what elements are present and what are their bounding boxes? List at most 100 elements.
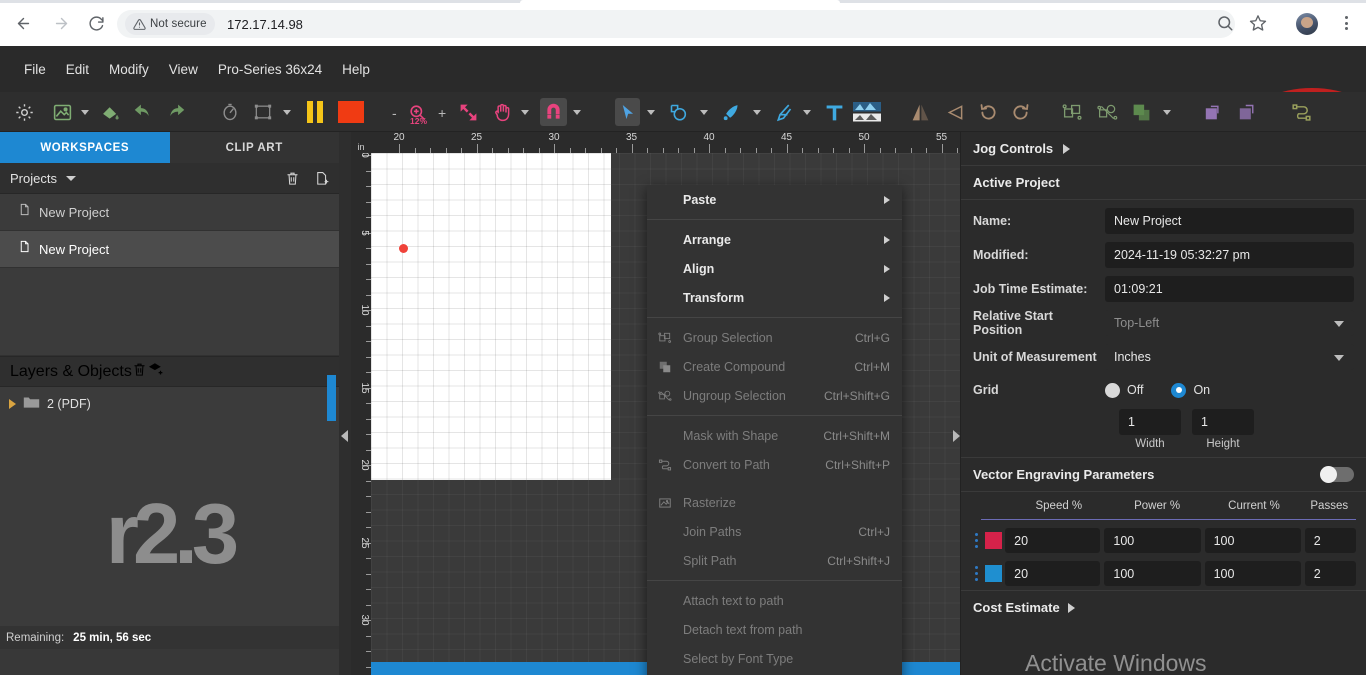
- context-menu-item-paste[interactable]: Paste: [647, 185, 902, 214]
- menu-edit[interactable]: Edit: [56, 58, 99, 81]
- rotate-cw-icon[interactable]: [1010, 98, 1031, 126]
- fill-bucket-icon[interactable]: [100, 98, 121, 126]
- list-item[interactable]: New Project: [0, 194, 339, 231]
- context-menu-item-arrange[interactable]: Arrange: [647, 225, 902, 254]
- zoom-in-button[interactable]: +: [438, 105, 446, 121]
- reload-icon[interactable]: [83, 10, 109, 36]
- start-position-select[interactable]: Top-Left: [1105, 310, 1354, 336]
- power-input[interactable]: 100: [1104, 528, 1201, 553]
- trace-image-icon[interactable]: [852, 98, 882, 126]
- pen-tool-icon[interactable]: [720, 98, 741, 126]
- redo-icon[interactable]: [165, 98, 186, 126]
- pen-tool-dropdown[interactable]: [750, 98, 763, 126]
- shapes-icon[interactable]: [668, 98, 689, 126]
- tab-workspaces[interactable]: WORKSPACES: [0, 132, 170, 163]
- pause-icon[interactable]: [306, 98, 324, 126]
- back-arrow-icon[interactable]: [10, 10, 36, 36]
- undo-icon[interactable]: [133, 98, 154, 126]
- unit-select[interactable]: Inches: [1105, 344, 1354, 370]
- browser-tab-active[interactable]: [520, 0, 840, 3]
- select-arrow-dropdown[interactable]: [644, 98, 657, 126]
- kebab-menu-icon[interactable]: [1336, 12, 1356, 34]
- passes-input[interactable]: 2: [1304, 561, 1356, 586]
- origin-marker-dot[interactable]: [399, 244, 408, 253]
- power-input[interactable]: 100: [1104, 561, 1201, 586]
- expand-triangle-icon[interactable]: [9, 399, 16, 409]
- delete-layer-trash-icon[interactable]: [132, 362, 147, 382]
- context-menu-item-align[interactable]: Align: [647, 254, 902, 283]
- passes-input[interactable]: 2: [1304, 528, 1356, 553]
- collapse-right-panel-handle[interactable]: [951, 428, 961, 444]
- menu-pro-series[interactable]: Pro-Series 36x24: [208, 58, 332, 81]
- rotate-ccw-icon[interactable]: [978, 98, 999, 126]
- frame-bounds-icon[interactable]: [253, 98, 273, 126]
- add-layer-icon[interactable]: [147, 362, 164, 382]
- timer-icon[interactable]: [220, 98, 240, 126]
- cost-estimate-section[interactable]: Cost Estimate: [961, 590, 1366, 624]
- shapes-dropdown[interactable]: [697, 98, 710, 126]
- boolean-union-dropdown[interactable]: [1160, 98, 1173, 126]
- stop-icon[interactable]: [338, 98, 364, 126]
- speed-input[interactable]: 20: [1005, 561, 1101, 586]
- context-menu-item-transform[interactable]: Transform: [647, 283, 902, 312]
- grid-on-radio[interactable]: On: [1171, 382, 1210, 398]
- flip-vertical-icon[interactable]: [945, 98, 966, 126]
- tab-clip-art[interactable]: CLIP ART: [169, 132, 339, 163]
- grid-height-input[interactable]: 1: [1192, 409, 1254, 435]
- group-selection-icon[interactable]: [1062, 98, 1083, 126]
- name-input[interactable]: New Project: [1105, 208, 1354, 234]
- vector-engraving-toggle[interactable]: [1320, 466, 1354, 483]
- layers-scrollbar-thumb[interactable]: [327, 375, 336, 421]
- project-sheet[interactable]: [371, 153, 611, 480]
- insert-image-icon[interactable]: [52, 98, 73, 126]
- pan-hand-icon[interactable]: [492, 98, 513, 126]
- ungroup-selection-icon[interactable]: [1097, 98, 1118, 126]
- current-input[interactable]: 100: [1204, 528, 1301, 553]
- color-swatch[interactable]: [984, 565, 1002, 582]
- pencil-tool-icon[interactable]: [773, 98, 794, 126]
- menu-help[interactable]: Help: [332, 58, 380, 81]
- fit-to-screen-icon[interactable]: [458, 98, 479, 126]
- current-input[interactable]: 100: [1204, 561, 1301, 586]
- row-drag-handle[interactable]: [971, 566, 982, 581]
- bring-forward-icon[interactable]: [1203, 98, 1224, 126]
- select-arrow-icon[interactable]: [615, 98, 640, 126]
- delete-project-trash-icon[interactable]: [285, 171, 300, 186]
- menu-modify[interactable]: Modify: [99, 58, 159, 81]
- pan-hand-dropdown[interactable]: [518, 98, 531, 126]
- jog-controls-section[interactable]: Jog Controls: [961, 132, 1366, 166]
- row-drag-handle[interactable]: [971, 533, 982, 548]
- url-text[interactable]: 172.17.14.98: [227, 10, 303, 38]
- layer-item[interactable]: 2 (PDF): [0, 375, 339, 421]
- magnet-snap-icon[interactable]: [540, 98, 567, 126]
- projects-chevron-down-icon[interactable]: [65, 175, 76, 181]
- magnet-snap-dropdown[interactable]: [570, 98, 583, 126]
- grid-width-input[interactable]: 1: [1119, 409, 1181, 435]
- convert-to-path-icon[interactable]: [1291, 98, 1312, 126]
- omnibox[interactable]: Not secure 172.17.14.98: [117, 10, 1235, 38]
- collapse-left-panel-handle[interactable]: [339, 428, 349, 444]
- boolean-union-icon[interactable]: [1131, 98, 1152, 126]
- zoom-out-button[interactable]: -: [392, 105, 397, 121]
- vertical-ruler[interactable]: 05101520253035: [351, 153, 371, 675]
- color-swatch[interactable]: [984, 532, 1002, 549]
- insert-image-dropdown[interactable]: [78, 98, 91, 126]
- add-project-icon[interactable]: [314, 171, 329, 186]
- frame-bounds-dropdown[interactable]: [280, 98, 293, 126]
- settings-gear-icon[interactable]: [14, 98, 35, 126]
- list-item[interactable]: New Project: [0, 231, 339, 268]
- security-badge[interactable]: Not secure: [125, 13, 215, 35]
- pencil-tool-dropdown[interactable]: [800, 98, 813, 126]
- horizontal-ruler[interactable]: 202530354045505560: [371, 132, 960, 153]
- menu-file[interactable]: File: [14, 58, 56, 81]
- speed-input[interactable]: 20: [1005, 528, 1101, 553]
- zoom-search-icon[interactable]: [1216, 14, 1236, 34]
- flip-horizontal-icon[interactable]: [910, 98, 931, 126]
- send-backward-icon[interactable]: [1237, 98, 1258, 126]
- text-tool-icon[interactable]: [824, 98, 845, 126]
- menu-view[interactable]: View: [159, 58, 208, 81]
- grid-off-radio[interactable]: Off: [1105, 382, 1143, 398]
- bookmark-star-icon[interactable]: [1249, 14, 1269, 34]
- profile-avatar[interactable]: [1296, 13, 1318, 35]
- forward-arrow-icon[interactable]: [48, 10, 74, 36]
